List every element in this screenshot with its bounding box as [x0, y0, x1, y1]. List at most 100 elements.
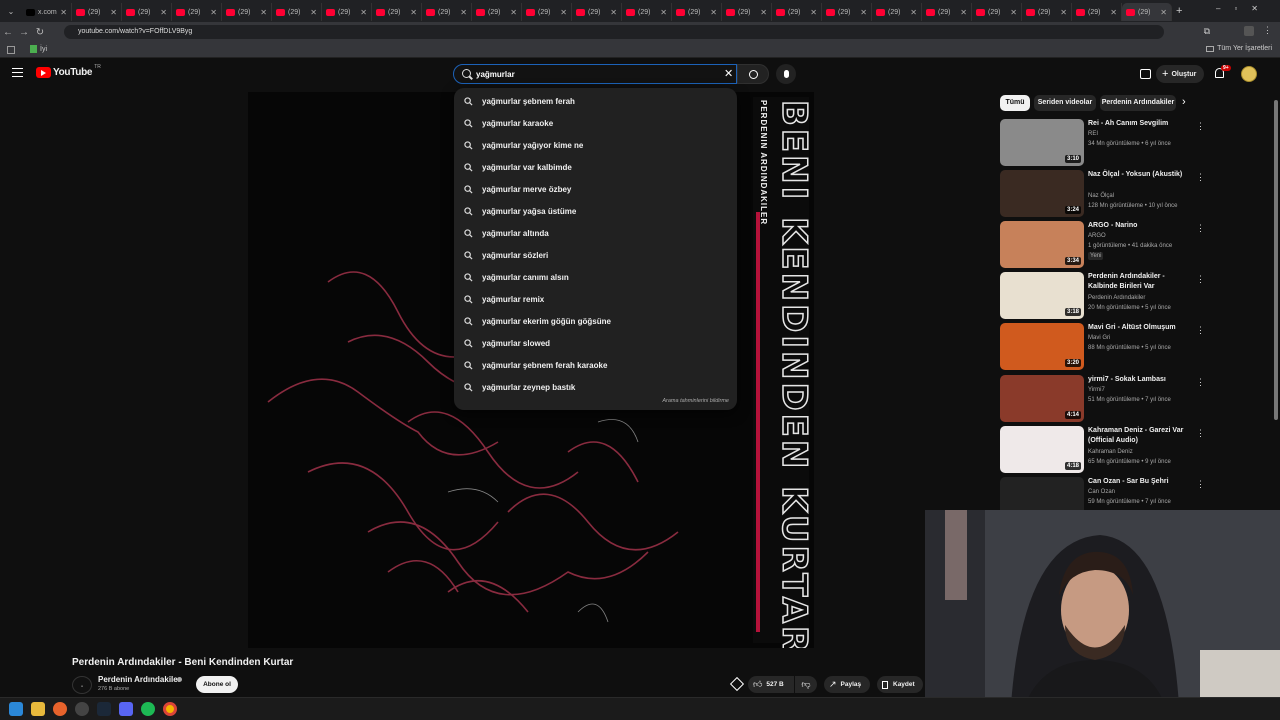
browser-tab[interactable]: (29) ✕ [1122, 3, 1172, 21]
tab-search-icon[interactable]: ⌄ [0, 7, 22, 16]
chip-all[interactable]: Tümü [1000, 95, 1030, 111]
suggestion-item[interactable]: yağmurlar remix [454, 288, 737, 310]
ai-assist-icon[interactable] [729, 676, 745, 692]
more-options-icon[interactable]: ⋮ [1196, 172, 1205, 183]
more-options-icon[interactable]: ⋮ [1196, 479, 1205, 490]
close-tab-icon[interactable]: ✕ [110, 8, 117, 17]
browser-tab[interactable]: (29) ✕ [672, 3, 722, 21]
suggestion-item[interactable]: yağmurlar altında [454, 222, 737, 244]
recommended-title[interactable]: Kahraman Deniz - Garezi Var (Official Au… [1088, 426, 1192, 446]
browser-tab[interactable]: (29) ✕ [72, 3, 122, 21]
browser-tab[interactable]: (29) ✕ [222, 3, 272, 21]
steam-icon[interactable] [97, 702, 111, 716]
close-tab-icon[interactable]: ✕ [760, 8, 767, 17]
recommended-title[interactable]: Perdenin Ardındakiler - Kalbinde Biriler… [1088, 272, 1192, 292]
suggestion-item[interactable]: yağmurlar ekerim göğün göğsüne [454, 310, 737, 332]
page-scrollbar[interactable] [1274, 100, 1278, 420]
suggestion-item[interactable]: yağmurlar slowed [454, 332, 737, 354]
save-button[interactable]: Kaydet [877, 676, 923, 693]
recommended-title[interactable]: ARGO - Narino [1088, 221, 1192, 231]
suggestion-item[interactable]: yağmurlar yağsa üstüme [454, 200, 737, 222]
browser-tab[interactable]: x.com ✕ [22, 3, 72, 21]
menu-icon[interactable]: ⋮ [1263, 25, 1272, 36]
recommended-video[interactable]: 4:14 yirmi7 - Sokak Lambası Yirmi7 51 Mn gö… [1000, 375, 1210, 423]
back-icon[interactable]: ← [0, 27, 16, 38]
more-options-icon[interactable]: ⋮ [1196, 377, 1205, 388]
windows-start-icon[interactable] [9, 702, 23, 716]
clear-search-icon[interactable]: ✕ [724, 67, 733, 80]
recommended-title[interactable]: Can Ozan - Sar Bu Şehri [1088, 477, 1192, 487]
close-tab-icon[interactable]: ✕ [1060, 8, 1067, 17]
dislike-button[interactable]: 👎︎ [795, 676, 817, 693]
extensions-icon[interactable]: ⧉ [1204, 26, 1210, 37]
subscribe-button[interactable]: Abone ol [196, 676, 238, 693]
new-tab-button[interactable]: + [1176, 5, 1182, 17]
url-field[interactable]: youtube.com/watch?v=FOffDLV9Byg [64, 25, 1164, 39]
hamburger-menu-icon[interactable] [12, 68, 23, 77]
recommended-channel[interactable]: Yirmi7 [1088, 386, 1198, 394]
recommended-title[interactable]: Naz Ölçal - Yoksun (Akustik) [1088, 170, 1192, 180]
close-tab-icon[interactable]: ✕ [560, 8, 567, 17]
more-options-icon[interactable]: ⋮ [1196, 223, 1205, 234]
browser-tab[interactable]: (29) ✕ [972, 3, 1022, 21]
close-tab-icon[interactable]: ✕ [510, 8, 517, 17]
reload-icon[interactable]: ↻ [32, 27, 48, 38]
avatar[interactable] [1241, 66, 1257, 82]
suggestion-item[interactable]: yağmurlar sözleri [454, 244, 737, 266]
bookmark-item[interactable]: İyi [30, 45, 47, 53]
recommended-channel[interactable]: ARGO [1088, 232, 1198, 240]
chevron-right-icon[interactable]: › [1182, 96, 1186, 108]
more-options-icon[interactable]: ⋮ [1196, 274, 1205, 285]
recommended-title[interactable]: yirmi7 - Sokak Lambası [1088, 375, 1192, 385]
close-tab-icon[interactable]: ✕ [1110, 8, 1117, 17]
browser-tab[interactable]: (29) ✕ [122, 3, 172, 21]
chip-series[interactable]: Seriden videolar [1034, 95, 1096, 111]
recommended-channel[interactable]: Perdenin Ardındakiler [1088, 294, 1198, 302]
chrome-icon[interactable] [163, 702, 177, 716]
browser-tab[interactable]: (29) ✕ [522, 3, 572, 21]
close-tab-icon[interactable]: ✕ [260, 8, 267, 17]
recommended-video[interactable]: 3:24 Naz Ölçal - Yoksun (Akustik) Naz Ölça… [1000, 170, 1210, 218]
browser-tab[interactable]: (29) ✕ [472, 3, 522, 21]
close-tab-icon[interactable]: ✕ [810, 8, 817, 17]
video-thumbnail[interactable]: 3:24 [1000, 170, 1084, 217]
browser-tab[interactable]: (29) ✕ [372, 3, 422, 21]
suggestion-item[interactable]: yağmurlar zeynep bastık [454, 376, 737, 398]
apps-icon[interactable] [7, 46, 15, 54]
video-thumbnail[interactable]: 4:18 [1000, 426, 1084, 473]
suggestion-item[interactable]: yağmurlar var kalbimde [454, 156, 737, 178]
channel-avatar[interactable]: ● [72, 676, 92, 694]
video-thumbnail[interactable] [1000, 477, 1084, 510]
window-controls[interactable]: –▫✕ [1216, 4, 1272, 13]
close-tab-icon[interactable]: ✕ [460, 8, 467, 17]
browser-tab[interactable]: (29) ✕ [322, 3, 372, 21]
spotify-icon[interactable] [141, 702, 155, 716]
browser-tab[interactable]: (29) ✕ [572, 3, 622, 21]
close-tab-icon[interactable]: ✕ [660, 8, 667, 17]
suggestion-item[interactable]: yağmurlar merve özbey [454, 178, 737, 200]
profile-icon[interactable] [1244, 26, 1254, 36]
discord-icon[interactable] [119, 702, 133, 716]
close-tab-icon[interactable]: ✕ [160, 8, 167, 17]
firefox-icon[interactable] [53, 702, 67, 716]
recommended-video[interactable]: Can Ozan - Sar Bu Şehri Can Ozan 59 Mn gör… [1000, 477, 1210, 510]
close-tab-icon[interactable]: ✕ [910, 8, 917, 17]
close-tab-icon[interactable]: ✕ [210, 8, 217, 17]
more-options-icon[interactable]: ⋮ [1196, 121, 1205, 132]
voice-search-button[interactable] [776, 64, 796, 84]
recommended-channel[interactable]: REI [1088, 130, 1198, 138]
report-predictions-link[interactable]: Arama tahminlerini bildirme [662, 398, 729, 404]
close-tab-icon[interactable]: ✕ [860, 8, 867, 17]
recommended-title[interactable]: Mavi Gri - Altüst Olmuşum [1088, 323, 1192, 333]
chip-channel[interactable]: Perdenin Ardındakiler [1100, 95, 1176, 111]
cast-icon[interactable] [1140, 69, 1151, 79]
browser-tab[interactable]: (29) ✕ [872, 3, 922, 21]
recommended-title[interactable]: Rei - Ah Canım Sevgilim [1088, 119, 1192, 129]
suggestion-item[interactable]: yağmurlar canımı alsın [454, 266, 737, 288]
create-button[interactable]: + Oluştur [1156, 65, 1204, 83]
channel-name[interactable]: Perdenin Ardındakiler [98, 675, 181, 684]
video-thumbnail[interactable]: 4:14 [1000, 375, 1084, 422]
youtube-logo[interactable]: YouTube TR [36, 64, 101, 78]
browser-tab[interactable]: (29) ✕ [272, 3, 322, 21]
suggestion-item[interactable]: yağmurlar şebnem ferah karaoke [454, 354, 737, 376]
